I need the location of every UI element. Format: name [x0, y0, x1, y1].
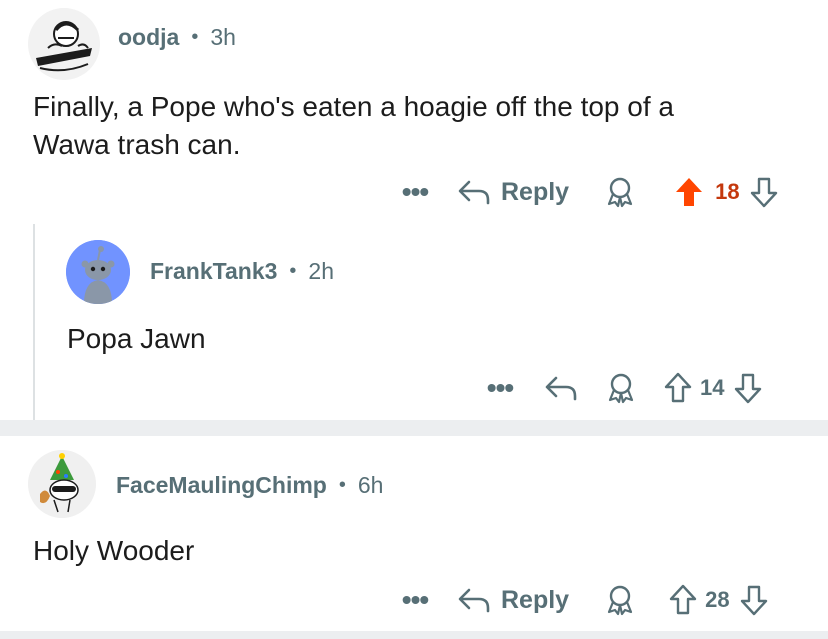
more-options-button[interactable]: •••	[397, 178, 433, 206]
reply-button[interactable]	[544, 374, 578, 402]
downvote-icon	[740, 585, 767, 616]
username[interactable]: FrankTank3	[150, 258, 277, 285]
comment-body-line: Finally, a Pope who's eaten a hoagie off…	[33, 91, 674, 122]
reply-label: Reply	[501, 585, 570, 614]
downvote-icon	[750, 177, 777, 208]
comment-actions: ••• 14	[482, 368, 762, 408]
timestamp: 3h	[210, 24, 236, 50]
meta-separator: •	[289, 260, 297, 282]
user-avatar[interactable]	[66, 240, 130, 304]
comment-meta: FaceMaulingChimp • 6h	[116, 472, 383, 499]
award-button[interactable]	[605, 584, 635, 616]
comment-body: Popa Jawn	[67, 323, 206, 354]
award-icon	[607, 585, 633, 616]
username[interactable]: FaceMaulingChimp	[116, 472, 327, 499]
festive-avatar-icon	[28, 450, 96, 518]
vote-score: 18	[715, 179, 740, 204]
reply-button[interactable]: Reply	[457, 178, 569, 207]
vote-score: 14	[700, 375, 725, 400]
upvote-icon	[664, 372, 692, 403]
comment-separator	[0, 631, 828, 639]
upvote-filled-icon	[676, 178, 703, 206]
timestamp: 2h	[308, 258, 335, 284]
award-icon	[608, 373, 634, 404]
vote-score: 28	[705, 587, 730, 612]
comment-facemaulingchimp: FaceMaulingChimp • 6h Holy Wooder ••• Re…	[0, 436, 828, 631]
award-button[interactable]	[605, 176, 635, 208]
user-avatar[interactable]	[28, 450, 96, 518]
timestamp: 6h	[357, 472, 384, 498]
snoo-avatar-icon	[66, 240, 130, 304]
downvote-icon	[735, 373, 762, 404]
upvote-icon	[669, 584, 697, 615]
downvote-button[interactable]	[740, 584, 768, 616]
reply-arrow-icon	[545, 376, 577, 401]
comment-oodja: oodja • 3h Finally, a Pope who's eaten a…	[0, 0, 828, 420]
downvote-button[interactable]	[734, 372, 762, 404]
meta-separator: •	[191, 26, 199, 48]
comment-meta: oodja • 3h	[118, 24, 236, 51]
more-options-button[interactable]: •••	[482, 374, 518, 402]
comment-actions: ••• Reply 18	[397, 172, 778, 212]
sketch-avatar-icon	[28, 8, 100, 80]
reply-label: Reply	[501, 177, 570, 206]
upvote-button[interactable]	[669, 584, 697, 616]
reply-arrow-icon	[458, 180, 490, 205]
username[interactable]: oodja	[118, 24, 179, 51]
meta-separator: •	[338, 474, 346, 496]
reply-arrow-icon	[458, 588, 490, 613]
comment-body: Finally, a Pope who's eaten a hoagie off…	[33, 88, 813, 164]
award-button[interactable]	[606, 372, 636, 404]
upvote-button[interactable]	[664, 372, 692, 404]
comment-meta: FrankTank3 • 2h	[150, 258, 334, 285]
award-icon	[607, 177, 633, 208]
comment-body-line: Wawa trash can.	[33, 129, 241, 160]
upvote-button[interactable]	[675, 176, 703, 208]
thread-line[interactable]	[33, 224, 35, 420]
comment-separator	[0, 420, 828, 436]
more-options-button[interactable]: •••	[397, 586, 433, 614]
comment-body: Holy Wooder	[33, 535, 195, 566]
comment-actions: ••• Reply 28	[397, 580, 768, 620]
reply-button[interactable]: Reply	[457, 586, 569, 615]
downvote-button[interactable]	[750, 176, 778, 208]
user-avatar[interactable]	[28, 8, 100, 80]
